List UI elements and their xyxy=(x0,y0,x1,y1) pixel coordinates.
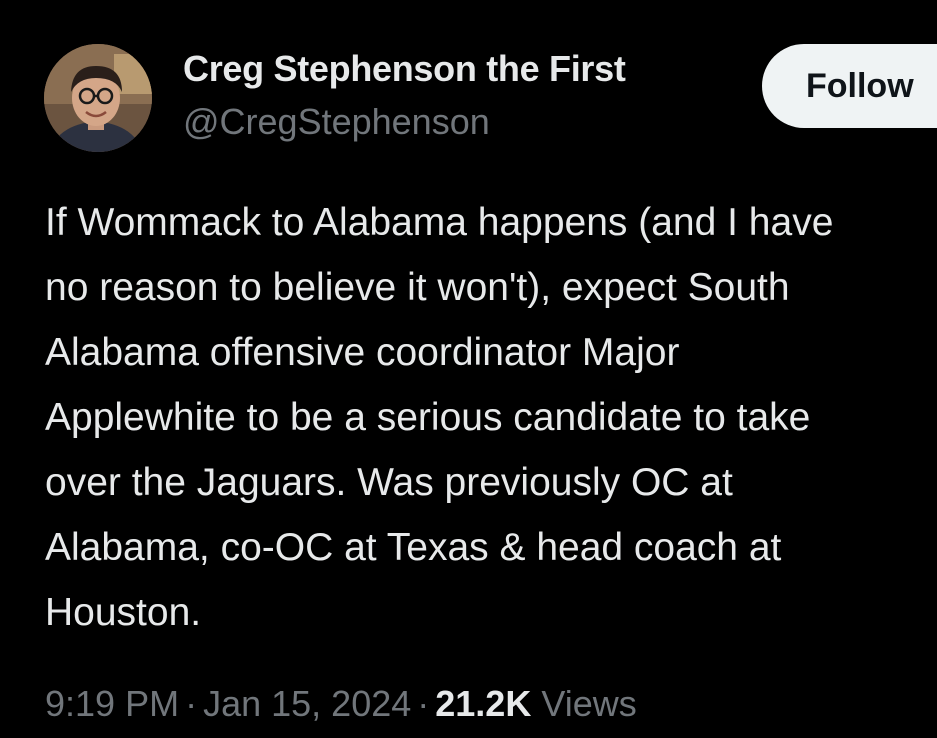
views-count[interactable]: 21.2K xyxy=(435,683,531,724)
meta-separator: · xyxy=(417,683,430,724)
tweet-time[interactable]: 9:19 PM xyxy=(45,683,179,724)
tweet-card: Creg Stephenson the First @CregStephenso… xyxy=(0,0,937,738)
tweet-text-line: over the Jaguars. Was previously OC at xyxy=(45,461,733,504)
tweet-text-line: If Wommack to Alabama happens (and I hav… xyxy=(45,201,834,244)
tweet-text-line: Alabama offensive coordinator Major xyxy=(45,331,680,374)
avatar-photo xyxy=(44,44,152,152)
tweet-text-line: Alabama, co-OC at Texas & head coach at xyxy=(45,526,782,569)
author-display-name[interactable]: Creg Stephenson the First xyxy=(183,48,626,90)
tweet-text: If Wommack to Alabama happens (and I hav… xyxy=(45,190,937,645)
meta-separator: · xyxy=(185,683,198,724)
author-handle[interactable]: @CregStephenson xyxy=(183,101,490,143)
views-label: Views xyxy=(541,683,637,724)
tweet-date[interactable]: Jan 15, 2024 xyxy=(203,683,411,724)
tweet-meta: 9:19 PM · Jan 15, 2024 · 21.2K Views xyxy=(45,683,637,725)
tweet-text-line: Applewhite to be a serious candidate to … xyxy=(45,396,811,439)
author-avatar[interactable] xyxy=(44,44,152,152)
tweet-text-line: no reason to believe it won't), expect S… xyxy=(45,266,790,309)
tweet-text-line: Houston. xyxy=(45,591,202,634)
follow-button[interactable]: Follow xyxy=(762,44,937,128)
